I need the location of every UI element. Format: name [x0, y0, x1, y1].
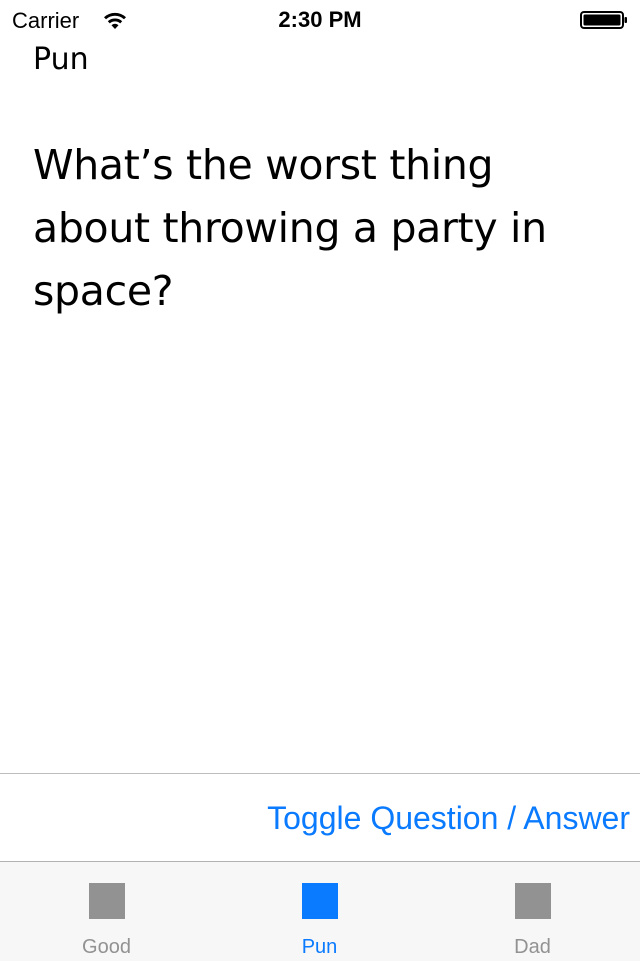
toggle-question-answer-button[interactable]: Toggle Question / Answer	[267, 798, 630, 838]
tab-dad[interactable]: Dad	[426, 862, 639, 961]
battery-icon	[580, 11, 627, 29]
category-title: Pun	[33, 42, 89, 77]
square-icon	[514, 883, 551, 919]
tab-bar: Good Pun Dad	[0, 861, 640, 961]
square-icon	[88, 883, 125, 919]
square-icon	[301, 883, 338, 919]
status-bar: Carrier 2:30 PM	[0, 0, 640, 40]
tab-label: Pun	[301, 936, 338, 958]
toolbar: Toggle Question / Answer	[0, 773, 640, 862]
tab-good[interactable]: Good	[0, 862, 213, 961]
tab-label: Dad	[514, 936, 551, 958]
tab-label: Good	[82, 936, 131, 958]
status-time: 2:30 PM	[278, 7, 362, 32]
tab-pun[interactable]: Pun	[213, 862, 426, 961]
question-text: What’s the worst thing about throwing a …	[33, 141, 547, 315]
